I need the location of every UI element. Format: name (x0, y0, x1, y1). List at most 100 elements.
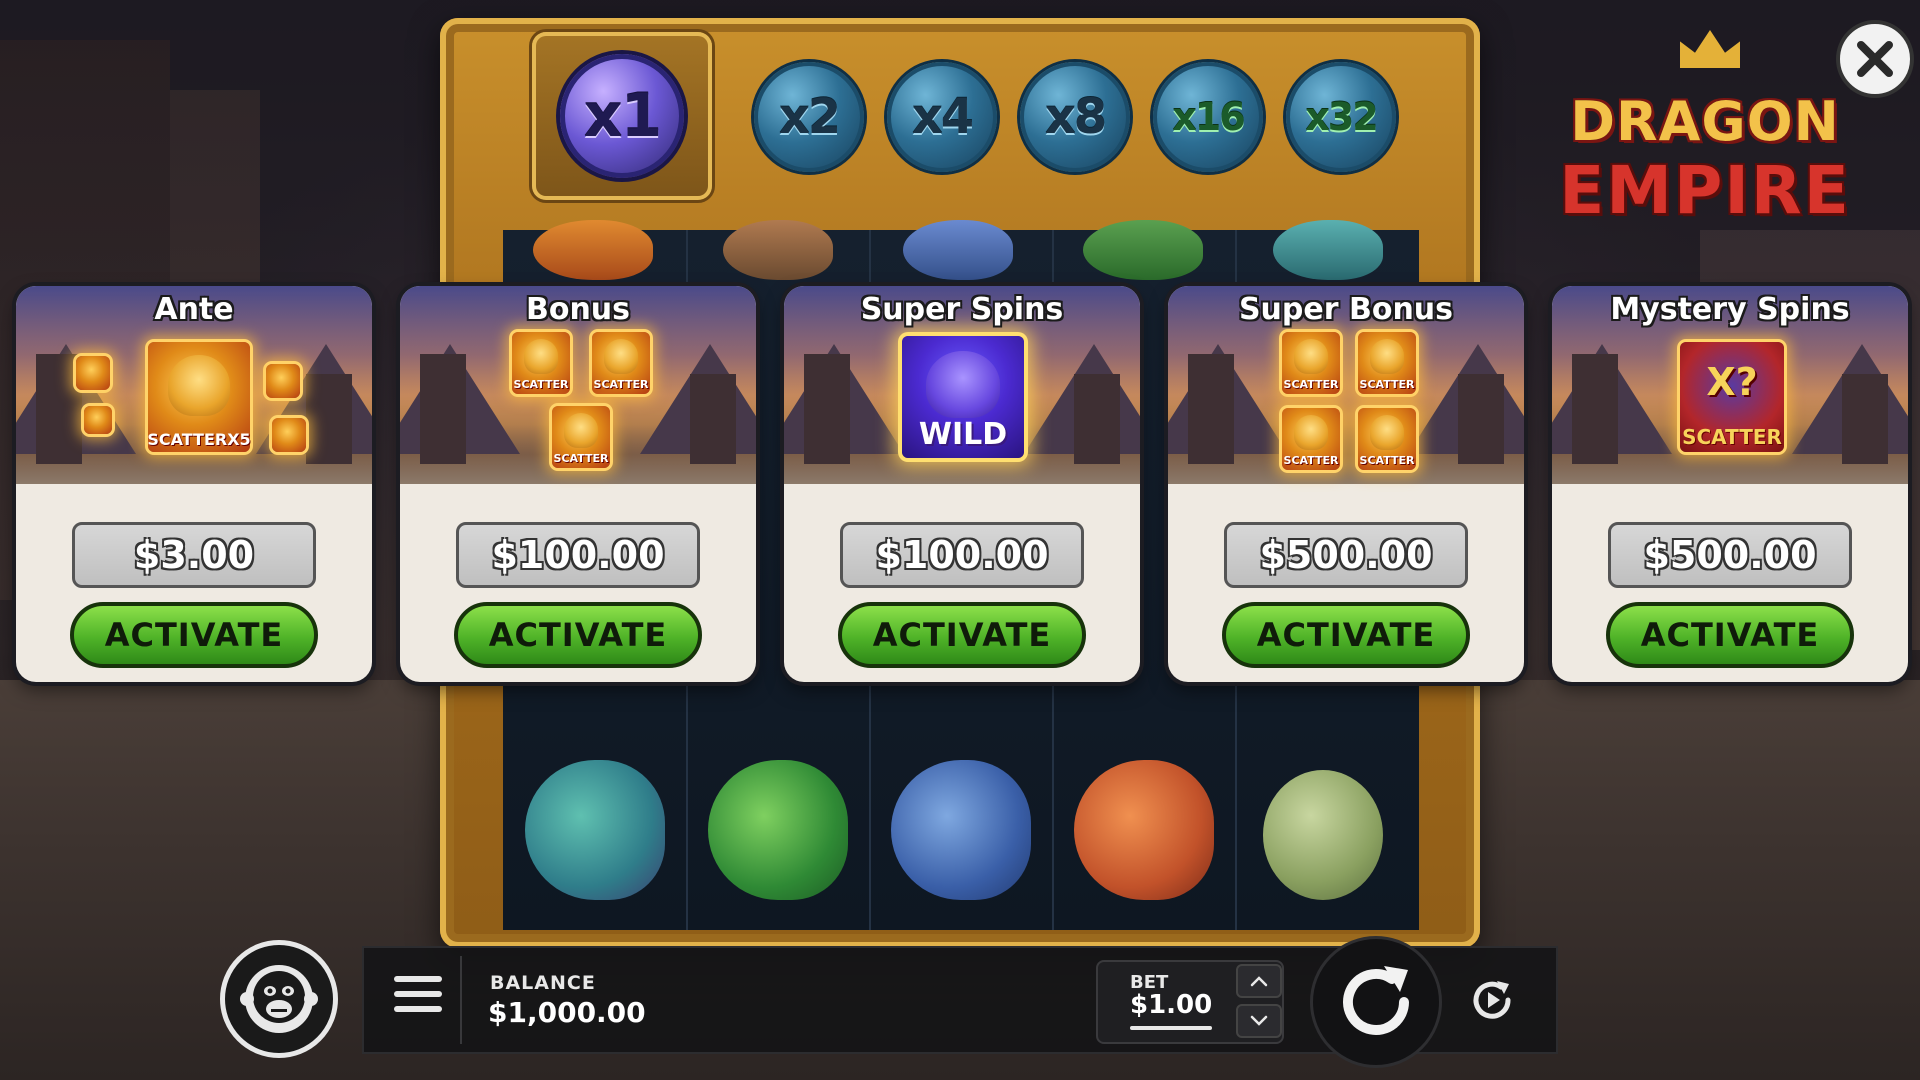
feature-card-mystery-spins: X? SCATTER Mystery Spins $500.00 ACTIVAT… (1552, 286, 1908, 682)
card-title: Bonus (525, 292, 631, 327)
symbol-label: SCATTER (553, 452, 609, 465)
spin-button[interactable] (1310, 936, 1442, 1068)
activate-button[interactable]: ACTIVATE (1606, 602, 1854, 668)
castle-shape (1074, 374, 1120, 464)
symbol-label: SCATTER (1283, 378, 1339, 391)
symbol-label: SCATTER (1283, 454, 1339, 467)
dragon-face (563, 413, 599, 448)
scatter-symbol: SCATTER (1358, 408, 1416, 470)
dragon-face (523, 339, 559, 374)
bet-increase-button[interactable] (1236, 964, 1282, 998)
dragon-symbol-top (1083, 220, 1203, 280)
multiplier-strip: x1 x2 x4 x8 x16 x32 (532, 22, 1412, 200)
multiplier-label: x4 (911, 89, 974, 145)
dragon-face (1369, 339, 1405, 374)
multiplier-orb-active: x1 (560, 54, 684, 178)
red-dragon-symbol (1074, 760, 1214, 900)
bet-underline (1130, 1026, 1212, 1030)
multiplier-orb: x4 (887, 62, 997, 172)
dragon-face (1293, 339, 1329, 374)
multiplier-label: x32 (1305, 95, 1378, 139)
mystery-scatter-symbol: X? SCATTER (1680, 342, 1784, 452)
dragon-face (168, 355, 230, 416)
crown-icon (1680, 30, 1740, 68)
scatter-symbol: SCATTER (1282, 408, 1340, 470)
gorilla-icon (240, 965, 318, 1033)
castle-shape (1188, 354, 1234, 464)
scatter-x5-symbol: SCATTERX5 (147, 342, 251, 452)
dragon-symbol-top (1273, 220, 1383, 280)
castle-shape (1842, 374, 1888, 464)
logo-line-1: DRAGON (1570, 90, 1840, 153)
activate-button[interactable]: ACTIVATE (838, 602, 1086, 668)
card-price: $100.00 (840, 522, 1084, 588)
menu-button[interactable] (394, 976, 442, 1022)
card-title: Ante (154, 292, 234, 327)
feature-card-super-spins: WILD Super Spins $100.00 ACTIVATE (784, 286, 1140, 682)
dragon-symbol-top (723, 220, 833, 280)
castle-shape (1458, 374, 1504, 464)
card-price: $500.00 (1224, 522, 1468, 588)
scatter-symbol: SCATTER (592, 332, 650, 394)
multiplier-label: x2 (778, 89, 841, 145)
mystery-mark: X? (1706, 360, 1758, 404)
blue-dragon-symbol (891, 760, 1031, 900)
scatter-symbol-small (266, 364, 300, 398)
symbol-label: SCATTER (1359, 378, 1415, 391)
autoplay-icon (1473, 981, 1511, 1019)
chevron-up-icon (1250, 976, 1268, 987)
symbol-label: SCATTER (593, 378, 649, 391)
multiplier-label: x16 (1172, 95, 1245, 139)
green-dragon-symbol (708, 760, 848, 900)
scatter-symbol: SCATTER (1358, 332, 1416, 394)
multiplier-orb: x16 (1153, 62, 1263, 172)
castle-shape (306, 374, 352, 464)
activate-button[interactable]: ACTIVATE (454, 602, 702, 668)
chevron-down-icon (1250, 1015, 1268, 1026)
symbol-label: WILD (918, 417, 1008, 452)
scatter-symbol: SCATTER (1282, 332, 1340, 394)
hamburger-menu-icon (394, 976, 442, 1012)
teal-dragon-symbol (525, 760, 665, 900)
card-title: Super Spins (860, 292, 1064, 327)
dragon-symbol-top (533, 220, 653, 280)
activate-button[interactable]: ACTIVATE (70, 602, 318, 668)
logo-line-2: EMPIRE (1559, 152, 1851, 229)
bet-value: $1.00 (1130, 990, 1213, 1020)
scatter-symbol: SCATTER (552, 406, 610, 468)
card-price: $500.00 (1608, 522, 1852, 588)
close-icon (1857, 41, 1893, 77)
symbol-label: SCATTER (1682, 425, 1782, 449)
dragon-face (603, 339, 639, 374)
balance-value: $1,000.00 (488, 996, 646, 1029)
dragon-symbol-top (903, 220, 1013, 280)
game-logo: DRAGON EMPIRE (1540, 30, 1870, 240)
card-price: $100.00 (456, 522, 700, 588)
dragon-face (926, 350, 1000, 418)
castle-shape (690, 374, 736, 464)
dragon-face (1293, 415, 1329, 450)
scatter-symbol-small (76, 356, 110, 390)
dragon-egg-symbol (1263, 770, 1383, 900)
activate-button[interactable]: ACTIVATE (1222, 602, 1470, 668)
close-button[interactable] (1836, 20, 1914, 98)
scatter-symbol: SCATTER (512, 332, 570, 394)
provider-logo-button[interactable] (220, 940, 338, 1058)
refresh-arrow-icon (1343, 966, 1409, 1035)
feature-card-super-bonus: SCATTER SCATTER SCATTER SCATTER Super Bo… (1168, 286, 1524, 682)
scatter-symbol-small (272, 418, 306, 452)
symbol-label: SCATTERX5 (147, 430, 251, 449)
card-title: Mystery Spins (1610, 292, 1850, 327)
scatter-symbol-small (84, 406, 112, 434)
multiplier-label: x1 (583, 81, 662, 151)
feature-card-bonus: SCATTER SCATTER SCATTER Bonus $100.00 AC… (400, 286, 756, 682)
feature-card-ante: SCATTERX5 Ante $3.00 ACTIVATE (16, 286, 372, 682)
bet-decrease-button[interactable] (1236, 1004, 1282, 1038)
castle-shape (1572, 354, 1618, 464)
castle-shape (420, 354, 466, 464)
balance-label: BALANCE (490, 972, 596, 994)
autoplay-button[interactable] (1460, 968, 1524, 1032)
dragon-face (1369, 415, 1405, 450)
multiplier-orb: x32 (1286, 62, 1396, 172)
card-price: $3.00 (72, 522, 316, 588)
